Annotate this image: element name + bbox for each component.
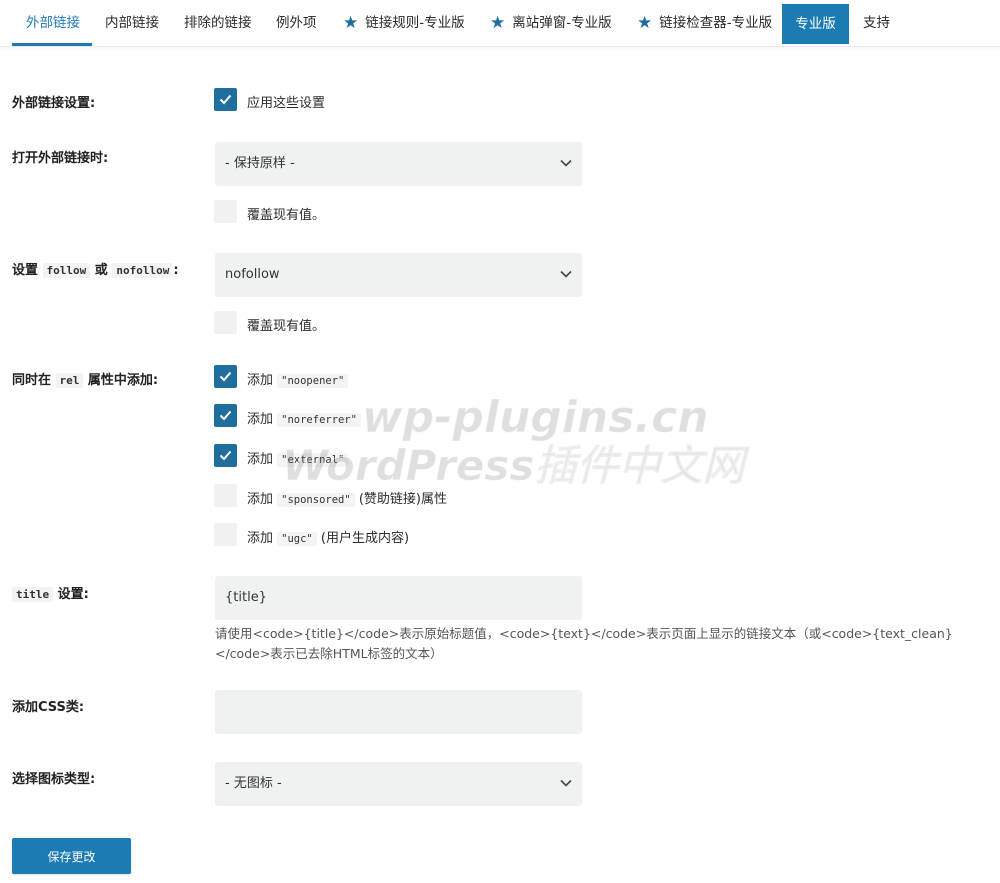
icon-type-select[interactable]: - 无图标 - <box>215 762 582 806</box>
rel-noopener-label[interactable]: 添加 "noopener" <box>247 369 349 388</box>
star-icon: ★ <box>490 13 506 33</box>
rel-noreferrer-label[interactable]: 添加 "noreferrer" <box>247 408 361 427</box>
follow-override-label[interactable]: 覆盖现有值。 <box>247 315 325 334</box>
star-icon: ★ <box>343 13 359 33</box>
check-icon <box>219 94 232 105</box>
open-links-label: 打开外部链接时: <box>12 151 109 166</box>
rel-noopener-checkbox[interactable] <box>214 365 237 388</box>
open-links-override-label[interactable]: 覆盖现有值。 <box>247 204 325 223</box>
chevron-down-icon <box>560 270 572 278</box>
tab-label: 链接检查器-专业版 <box>659 15 773 31</box>
star-icon: ★ <box>637 13 653 33</box>
tab-label: 离站弹窗-专业版 <box>512 15 612 31</box>
select-value: nofollow <box>225 267 280 282</box>
tab-label: 内部链接 <box>105 15 159 31</box>
chevron-down-icon <box>560 779 572 787</box>
rel-sponsored-label[interactable]: 添加 "sponsored" (赞助链接)属性 <box>247 488 447 507</box>
tab-pro[interactable]: 专业版 <box>782 4 849 44</box>
css-class-input[interactable] <box>215 690 582 734</box>
title-help-text: 请使用<code>{title}</code>表示原始标题值，<code>{te… <box>215 626 953 661</box>
icon-type-label: 选择图标类型: <box>12 772 96 787</box>
tab-label: 排除的链接 <box>184 15 252 31</box>
rel-ugc-checkbox[interactable] <box>214 523 237 546</box>
apply-settings-label: 外部链接设置: <box>12 96 96 111</box>
title-input[interactable]: {title} <box>215 576 582 620</box>
code-follow: follow <box>42 263 91 278</box>
watermark-line-1: wp-plugins.cn <box>362 392 709 443</box>
follow-select[interactable]: nofollow <box>215 253 582 297</box>
tab-link-checker-pro[interactable]: ★ 链接检查器-专业版 <box>637 4 772 43</box>
check-icon <box>219 371 232 382</box>
rel-external-label[interactable]: 添加 "external" <box>247 448 349 467</box>
select-value: - 无图标 - <box>225 776 282 791</box>
rel-sponsored-checkbox[interactable] <box>214 484 237 507</box>
follow-label: 设置 follow 或 nofollow: <box>12 263 179 278</box>
code-title: title <box>12 587 54 602</box>
code-nofollow: nofollow <box>112 263 174 278</box>
tab-label: 链接规则-专业版 <box>365 15 465 31</box>
title-setting-label: title 设置: <box>12 583 89 602</box>
tab-support[interactable]: 支持 <box>863 4 890 43</box>
tab-label: 例外项 <box>276 15 317 31</box>
apply-settings-checkbox[interactable] <box>214 88 237 111</box>
chevron-down-icon <box>560 159 572 167</box>
tab-external-links[interactable]: 外部链接 <box>26 4 80 43</box>
tab-exit-popup-pro[interactable]: ★ 离站弹窗-专业版 <box>490 4 612 43</box>
active-tab-indicator <box>12 43 92 46</box>
input-value: {title} <box>225 590 267 605</box>
tab-bar: 外部链接 内部链接 排除的链接 例外项 ★ 链接规则-专业版 ★ 离站弹窗-专业版 … <box>0 0 1000 47</box>
open-links-select[interactable]: - 保持原样 - <box>215 142 582 186</box>
tab-excluded-links[interactable]: 排除的链接 <box>184 4 252 43</box>
css-class-label: 添加CSS类: <box>12 700 85 715</box>
follow-override-checkbox[interactable] <box>214 311 237 334</box>
tab-internal-links[interactable]: 内部链接 <box>105 4 159 43</box>
apply-settings-checkbox-label[interactable]: 应用这些设置 <box>247 92 325 111</box>
tab-label: 专业版 <box>795 16 836 32</box>
check-icon <box>219 450 232 461</box>
watermark: wp-plugins.cn WordPress插件中文网 <box>282 392 751 491</box>
rel-label: 同时在 rel 属性中添加: <box>12 373 159 388</box>
tab-exceptions[interactable]: 例外项 <box>276 4 317 43</box>
rel-external-checkbox[interactable] <box>214 444 237 467</box>
watermark-line-2: WordPress插件中文网 <box>282 441 750 490</box>
rel-ugc-label[interactable]: 添加 "ugc" (用户生成内容) <box>247 527 409 546</box>
open-links-override-checkbox[interactable] <box>214 200 237 223</box>
tab-label: 外部链接 <box>26 15 80 31</box>
rel-noreferrer-checkbox[interactable] <box>214 404 237 427</box>
tab-label: 支持 <box>863 15 890 31</box>
check-icon <box>219 410 232 421</box>
save-changes-button[interactable]: 保存更改 <box>12 838 131 874</box>
code-rel: rel <box>55 373 84 388</box>
select-value: - 保持原样 - <box>225 156 295 171</box>
tab-link-rules-pro[interactable]: ★ 链接规则-专业版 <box>343 4 465 43</box>
